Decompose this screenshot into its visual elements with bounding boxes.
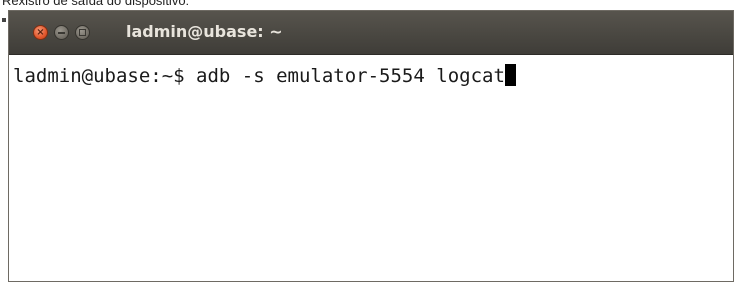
window-titlebar[interactable]: × ladmin@ubase: ~ [9,11,733,55]
terminal-area[interactable]: ladmin@ubase:~$ adb -s emulator-5554 log… [9,55,733,281]
terminal-window: × ladmin@ubase: ~ ladmin@ubase:~$ adb -s… [8,10,734,282]
minimize-icon [58,32,65,34]
shell-prompt: ladmin@ubase:~$ [13,65,197,87]
maximize-icon [79,29,86,36]
close-icon: × [36,27,45,38]
page-caption: Rexistro de saída do dispositivo: [2,0,190,8]
minimize-button[interactable] [54,25,69,40]
window-title: ladmin@ubase: ~ [126,22,283,41]
list-bullet [2,18,6,22]
close-button[interactable]: × [33,25,48,40]
text-cursor [504,64,516,86]
maximize-button[interactable] [75,25,90,40]
command-text: adb -s emulator-5554 logcat [196,65,505,87]
command-line[interactable]: ladmin@ubase:~$ adb -s emulator-5554 log… [13,64,516,88]
